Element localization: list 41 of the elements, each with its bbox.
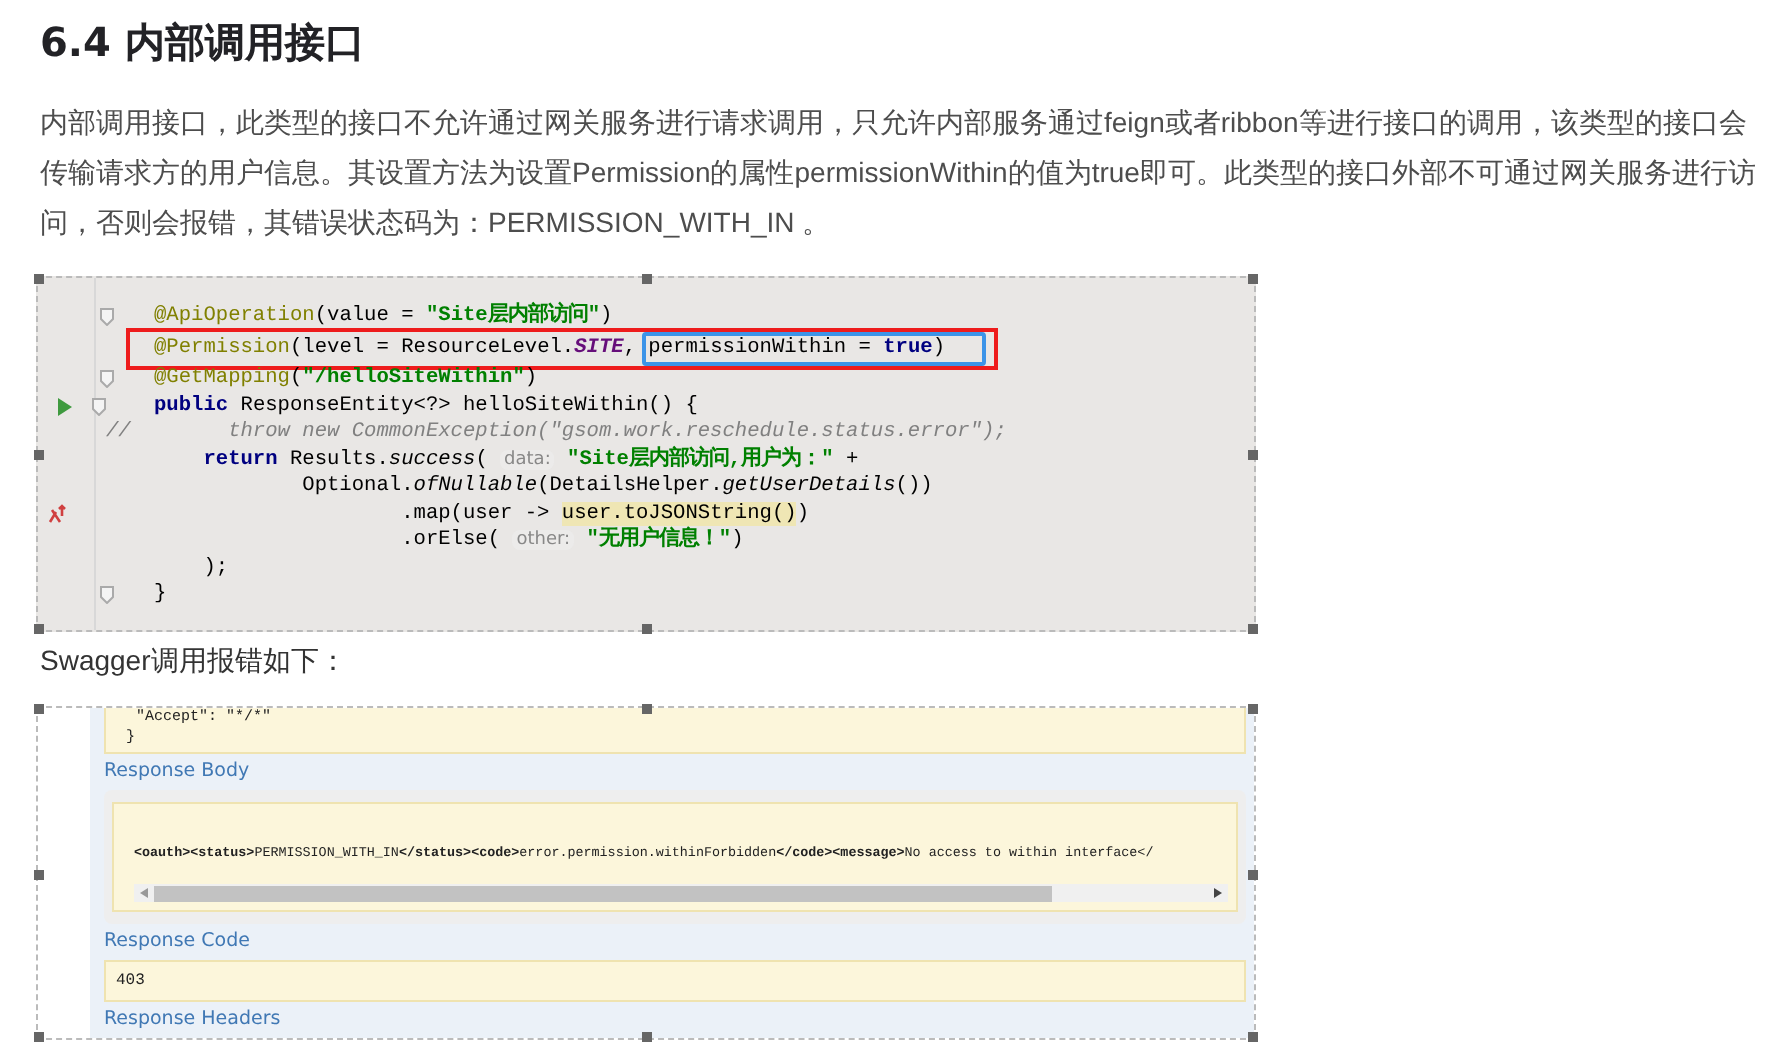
code-line: @ApiOperation(value = "Site层内部访问"): [154, 302, 613, 333]
resize-handle[interactable]: [34, 704, 44, 714]
scroll-right-icon[interactable]: [1214, 888, 1222, 898]
resize-handle[interactable]: [34, 1032, 44, 1042]
code-line: @Permission(level = ResourceLevel.SITE, permissionWithin = true): [154, 333, 945, 364]
resize-handle[interactable]: [1248, 624, 1258, 634]
code-line: return Results.success( data: "Site层内部访问,用户为：" +: [201, 445, 859, 475]
code-line: Optional.ofNullable(DetailsHelper.getUserDetails()): [300, 472, 933, 503]
fold-icon[interactable]: [100, 308, 114, 327]
resize-handle[interactable]: [34, 869, 44, 879]
code-line: .orElse( other: "无用户信息！"): [399, 526, 744, 557]
comment-mark: //: [106, 420, 131, 445]
resize-handle[interactable]: [34, 450, 44, 460]
resize-handle[interactable]: [642, 624, 652, 634]
horizontal-scrollbar[interactable]: [134, 884, 1228, 902]
resize-handle[interactable]: [1248, 450, 1258, 460]
code-line: }: [154, 580, 167, 611]
resize-handle[interactable]: [1248, 1032, 1258, 1042]
code-line: );: [201, 553, 229, 584]
resize-handle[interactable]: [642, 704, 652, 714]
resize-handle[interactable]: [34, 624, 44, 634]
response-code: 403: [116, 969, 145, 993]
section-title: Response Body: [104, 758, 250, 786]
resize-handle[interactable]: [1248, 274, 1258, 284]
lambda-icon[interactable]: [48, 504, 68, 525]
resize-handle[interactable]: [1248, 704, 1258, 714]
section-title: Response Code: [104, 928, 250, 956]
section-title: Response Headers: [104, 1006, 281, 1034]
scroll-left-icon[interactable]: [140, 888, 148, 898]
caption: Swagger调用报错如下：: [40, 642, 349, 680]
code-line: public ResponseEntity<?> helloSiteWithin() {: [154, 391, 698, 421]
fold-icon[interactable]: [100, 586, 114, 605]
body-paragraph: 内部调用接口，此类型的接口不允许通过网关服务进行请求调用，只允许内部服务通过feign或者ribbon等进行接口的调用，该类型的接口会传输请求方的用户信息。其设置方法为设置Permission的属性permissionWithin的值为true即可。此类型的接口外部不可通过网关服务进行访问，否则会报错，其错误状态码为：PERMISSION_WITH_IN 。: [40, 104, 1756, 242]
resize-handle[interactable]: [642, 1032, 652, 1042]
run-icon[interactable]: [58, 397, 72, 416]
resize-handle[interactable]: [1248, 869, 1258, 879]
section-heading: 6.4 内部调用接口: [40, 16, 367, 70]
resize-handle[interactable]: [642, 274, 652, 284]
code-line: @GetMapping("/helloSiteWithin"): [154, 364, 538, 395]
resize-handle[interactable]: [34, 274, 44, 284]
code-line: throw new CommonException("gsom.work.reschedule.status.error");: [226, 418, 1007, 446]
